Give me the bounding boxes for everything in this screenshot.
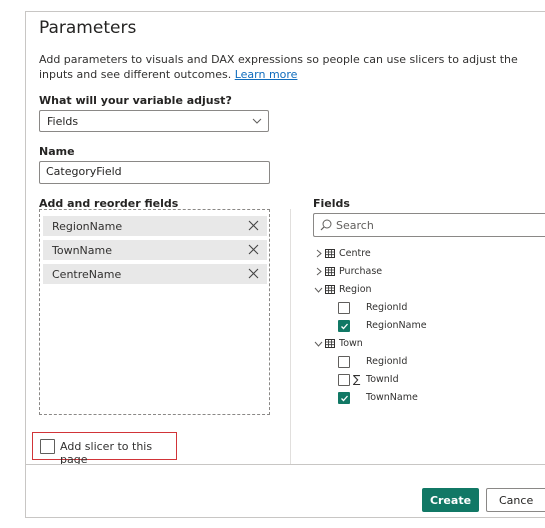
tree-column-label: TownName bbox=[366, 392, 418, 403]
tree-column-regionid[interactable]: RegionId bbox=[338, 301, 518, 315]
search-icon bbox=[320, 219, 332, 231]
footer-divider bbox=[26, 464, 545, 465]
sigma-icon: ∑ bbox=[353, 373, 361, 386]
column-checkbox[interactable] bbox=[338, 374, 350, 386]
reorder-fields-list: RegionName TownName CentreName bbox=[39, 209, 270, 415]
fields-label: Fields bbox=[313, 197, 350, 210]
adjust-dropdown[interactable]: Fields bbox=[39, 110, 269, 132]
close-icon[interactable] bbox=[248, 244, 259, 255]
chevron-down-icon[interactable] bbox=[314, 338, 323, 349]
column-checkbox[interactable] bbox=[338, 392, 350, 404]
tree-table-label: Purchase bbox=[339, 266, 383, 277]
tree-table-label: Centre bbox=[339, 248, 371, 259]
name-field[interactable] bbox=[39, 161, 270, 184]
tree-table-town[interactable]: Town bbox=[314, 337, 514, 351]
field-chip[interactable]: TownName bbox=[43, 240, 267, 260]
chevron-down-icon bbox=[252, 118, 262, 124]
column-checkbox[interactable] bbox=[338, 320, 350, 332]
create-button[interactable]: Create bbox=[422, 488, 479, 512]
dialog-title: Parameters bbox=[39, 18, 137, 38]
tree-column-regionid[interactable]: RegionId bbox=[338, 355, 518, 369]
checkmark-icon bbox=[341, 395, 348, 402]
adjust-label: What will your variable adjust? bbox=[39, 94, 232, 107]
tree-column-label: RegionName bbox=[366, 320, 427, 331]
learn-more-link[interactable]: Learn more bbox=[235, 68, 298, 81]
chevron-down-icon[interactable] bbox=[314, 284, 323, 295]
field-chip-label: TownName bbox=[52, 244, 113, 257]
fields-search-input[interactable]: Search bbox=[313, 213, 545, 237]
column-checkbox[interactable] bbox=[338, 302, 350, 314]
cancel-button[interactable]: Cance bbox=[486, 488, 545, 512]
field-chip-label: CentreName bbox=[52, 268, 122, 281]
field-chip-label: RegionName bbox=[52, 220, 123, 233]
tree-column-townname[interactable]: TownName bbox=[338, 391, 518, 405]
chevron-right-icon[interactable] bbox=[314, 266, 323, 277]
close-icon[interactable] bbox=[248, 268, 259, 279]
field-chip[interactable]: RegionName bbox=[43, 216, 267, 236]
tree-table-label: Region bbox=[339, 284, 372, 295]
tree-column-regionname[interactable]: RegionName bbox=[338, 319, 518, 333]
tree-column-label: RegionId bbox=[366, 356, 408, 367]
chevron-right-icon[interactable] bbox=[314, 248, 323, 259]
name-label: Name bbox=[39, 145, 75, 158]
table-icon bbox=[325, 285, 335, 294]
pane-divider bbox=[290, 209, 291, 465]
field-chip[interactable]: CentreName bbox=[43, 264, 267, 284]
name-input[interactable] bbox=[46, 165, 256, 178]
dialog-description: Add parameters to visuals and DAX expres… bbox=[39, 52, 534, 82]
tree-column-label: TownId bbox=[366, 374, 399, 385]
checkmark-icon bbox=[341, 323, 348, 330]
column-checkbox[interactable] bbox=[338, 356, 350, 368]
tree-table-region[interactable]: Region bbox=[314, 283, 514, 297]
add-slicer-option[interactable]: Add slicer to this page bbox=[32, 432, 177, 466]
table-icon bbox=[325, 249, 335, 258]
parameters-dialog: Parameters Add parameters to visuals and… bbox=[25, 11, 545, 518]
search-placeholder: Search bbox=[336, 219, 374, 232]
table-icon bbox=[325, 339, 335, 348]
table-icon bbox=[325, 267, 335, 276]
add-slicer-label: Add slicer to this page bbox=[60, 440, 153, 466]
close-icon[interactable] bbox=[248, 220, 259, 231]
adjust-selected-value: Fields bbox=[47, 115, 79, 128]
tree-column-label: RegionId bbox=[366, 302, 408, 313]
tree-column-townid[interactable]: ∑ TownId bbox=[338, 373, 518, 387]
add-slicer-checkbox[interactable] bbox=[40, 439, 55, 454]
tree-table-centre[interactable]: Centre bbox=[314, 247, 514, 261]
tree-table-purchase[interactable]: Purchase bbox=[314, 265, 514, 279]
tree-table-label: Town bbox=[339, 338, 363, 349]
